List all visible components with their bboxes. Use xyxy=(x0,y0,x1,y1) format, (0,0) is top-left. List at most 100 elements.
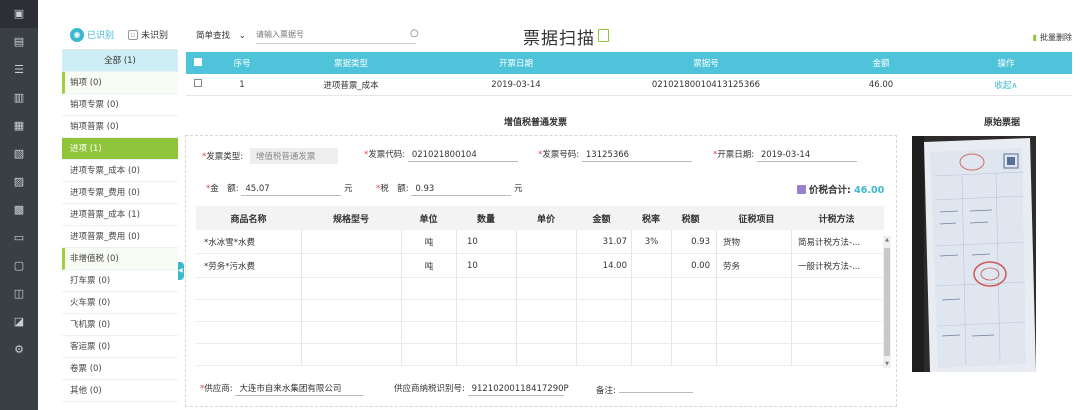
search-doc-icon[interactable]: ◪ xyxy=(0,308,38,336)
table-header: 序号 票据类型 开票日期 票据号 金额 操作 xyxy=(186,52,1072,74)
tab-recognized[interactable]: ◉ 已识别 xyxy=(62,20,120,49)
trash-icon: ▮ xyxy=(1032,33,1037,42)
item-unit[interactable]: 吨 xyxy=(401,230,456,253)
category-item-sales[interactable]: 销项 (0) xyxy=(62,72,178,94)
supplier-input[interactable]: 大连市自来水集团有限公司 xyxy=(235,382,364,396)
item-unit[interactable]: 吨 xyxy=(401,254,456,277)
category-item-input-special-cost[interactable]: 进项专票_成本 (0) xyxy=(62,160,178,182)
building-icon[interactable]: ▦ xyxy=(0,112,38,140)
item-qty[interactable]: 10 xyxy=(456,254,516,277)
item-spec[interactable] xyxy=(301,254,401,277)
table-row[interactable]: 1 进项普票_成本 2019-03-14 0210218001041312536… xyxy=(186,74,1072,96)
toolbar: 简单查找 ⌄ ○ 票据扫描 ▮批量删除 xyxy=(186,20,1080,52)
item-tax[interactable]: 0.93 xyxy=(671,230,716,253)
invoice-type-value[interactable]: 增值税普通发票 xyxy=(249,148,338,164)
issue-date-input[interactable]: 2019-03-14 xyxy=(756,150,857,162)
invoice-table: 序号 票据类型 开票日期 票据号 金额 操作 1 进项普票_成本 2019-03… xyxy=(186,52,1072,96)
collapse-panel-button[interactable]: ◀ xyxy=(178,262,184,280)
category-item-non-vat[interactable]: 非增值税 (0) xyxy=(62,248,178,270)
line-item-row[interactable]: *水冰雪*水费 吨 10 31.07 3% 0.93 货物 简易计税方法-... xyxy=(196,230,884,254)
supplier-taxid-label: 供应商纳税识别号: xyxy=(394,384,465,394)
item-category[interactable]: 货物 xyxy=(716,230,791,253)
settings-icon[interactable]: ⚙ xyxy=(0,336,38,364)
line-item-row[interactable]: *劳务*污水费 吨 10 14.00 0.00 劳务 一般计税方法-... xyxy=(196,254,884,278)
scroll-up-icon[interactable]: ▲ xyxy=(883,237,891,243)
item-rate[interactable] xyxy=(631,254,671,277)
invoice-code-input[interactable]: 021021800104 xyxy=(407,150,518,162)
scroll-down-icon[interactable]: ▼ xyxy=(883,361,891,367)
collapse-link[interactable]: 收起∧ xyxy=(956,79,1056,91)
note-label: 备注: xyxy=(596,386,616,396)
amount-input[interactable]: 45.07 xyxy=(241,184,342,196)
category-item-sales-special[interactable]: 销项专票 (0) xyxy=(62,94,178,116)
search-input[interactable] xyxy=(256,26,416,44)
tab-unrecognized[interactable]: ▫ 未识别 xyxy=(120,20,178,49)
category-item-all[interactable]: 全部 (1) xyxy=(62,50,178,72)
list-icon[interactable]: ☰ xyxy=(0,56,38,84)
line-items-table: 商品名称 规格型号 单位 数量 单价 金额 税率 税额 征税项目 计税方法 *水… xyxy=(196,206,884,366)
item-name[interactable]: *水冰雪*水费 xyxy=(196,236,301,248)
category-item-input-general-expense[interactable]: 进项普票_费用 (0) xyxy=(62,226,178,248)
select-all-checkbox[interactable] xyxy=(194,57,202,66)
category-item-input-general-cost[interactable]: 进项普票_成本 (1) xyxy=(62,204,178,226)
category-item-bus[interactable]: 客运票 (0) xyxy=(62,336,178,358)
receipt-icon[interactable]: ▧ xyxy=(0,140,38,168)
gift-icon[interactable]: ▩ xyxy=(0,196,38,224)
row-checkbox[interactable] xyxy=(194,79,202,87)
page-title: 票据扫描 xyxy=(523,29,595,49)
stamp-icon[interactable]: ◫ xyxy=(0,280,38,308)
col-item-category: 征税项目 xyxy=(738,214,775,225)
supplier-taxid-field: 供应商纳税识别号: 91210200118417290P xyxy=(394,382,569,396)
search-mode-select[interactable]: 简单查找 ⌄ xyxy=(196,29,246,41)
chart-icon[interactable]: ▥ xyxy=(0,84,38,112)
category-item-input[interactable]: 进项 (1) xyxy=(62,138,178,160)
line-items-scrollbar[interactable]: ▲ ▼ xyxy=(883,236,891,368)
document-icon[interactable]: ▤ xyxy=(0,28,38,56)
category-item-train[interactable]: 火车票 (0) xyxy=(62,292,178,314)
item-method[interactable]: 简易计税方法-... xyxy=(791,230,876,253)
invoice-no-input[interactable]: 13125366 xyxy=(581,150,692,162)
item-qty[interactable]: 10 xyxy=(456,230,516,253)
tax-total-label: 价税合计: xyxy=(809,185,851,196)
col-number: 票据号 xyxy=(693,59,719,69)
category-item-input-special-expense[interactable]: 进项专票_费用 (0) xyxy=(62,182,178,204)
item-amount[interactable]: 31.07 xyxy=(576,230,631,253)
category-item-sales-general[interactable]: 销项普票 (0) xyxy=(62,116,178,138)
item-category[interactable]: 劳务 xyxy=(716,254,791,277)
batch-delete-button[interactable]: ▮ 批量删除 xyxy=(1033,32,1072,43)
category-item-roll[interactable]: 卷票 (0) xyxy=(62,358,178,380)
category-item-other[interactable]: 其他 (0) xyxy=(62,380,178,402)
item-price[interactable] xyxy=(516,230,576,253)
col-index: 序号 xyxy=(233,59,251,69)
item-name[interactable]: *劳务*污水费 xyxy=(196,260,301,272)
col-item-unit: 单位 xyxy=(419,214,438,225)
col-date: 开票日期 xyxy=(498,59,533,69)
supplier-taxid-input[interactable]: 91210200118417290P xyxy=(467,384,569,396)
item-price[interactable] xyxy=(516,254,576,277)
scroll-thumb[interactable] xyxy=(884,248,890,356)
wallet-icon[interactable]: ▭ xyxy=(0,224,38,252)
category-item-flight[interactable]: 飞机票 (0) xyxy=(62,314,178,336)
issue-date-field: *开票日期: 2019-03-14 xyxy=(713,148,857,162)
scan-icon[interactable]: ▣ xyxy=(0,0,38,28)
document-export-icon[interactable] xyxy=(598,29,609,42)
item-method[interactable]: 一般计税方法-... xyxy=(791,254,876,277)
empty-row xyxy=(196,344,884,366)
tab-unrecognized-label: 未识别 xyxy=(141,31,169,41)
tab-recognized-label: 已识别 xyxy=(87,31,115,41)
item-rate[interactable]: 3% xyxy=(631,230,671,253)
recognized-icon: ◉ xyxy=(70,27,84,42)
item-amount[interactable]: 14.00 xyxy=(576,254,631,277)
original-receipt-image[interactable] xyxy=(912,136,1036,372)
invoice-section-title: 增值税普通发票 xyxy=(504,118,568,128)
item-tax[interactable]: 0.00 xyxy=(671,254,716,277)
tax-input[interactable]: 0.93 xyxy=(411,184,512,196)
item-spec[interactable] xyxy=(301,230,401,253)
search-icon[interactable]: ○ xyxy=(410,28,419,39)
category-panel: ◉ 已识别 ▫ 未识别 全部 (1) 销项 (0) 销项专票 (0) 销项普票 … xyxy=(62,20,178,410)
image-icon[interactable]: ▢ xyxy=(0,252,38,280)
note-input[interactable] xyxy=(618,382,693,393)
book-icon[interactable]: ▨ xyxy=(0,168,38,196)
category-item-taxi[interactable]: 打车票 (0) xyxy=(62,270,178,292)
row-amount: 46.00 xyxy=(868,79,894,90)
